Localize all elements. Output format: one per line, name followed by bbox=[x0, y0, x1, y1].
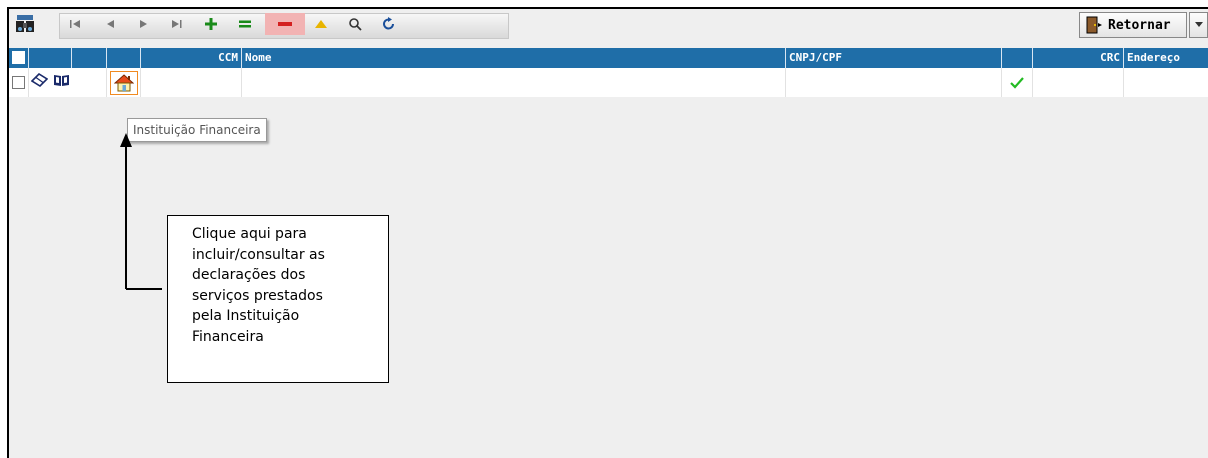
cell-cnpj-cpf bbox=[786, 68, 1002, 97]
callout-box: Clique aqui para incluir/consultar as de… bbox=[167, 215, 389, 383]
last-record-icon[interactable] bbox=[167, 13, 185, 35]
cell-nome bbox=[242, 68, 786, 97]
callout-line: Financeira bbox=[192, 328, 264, 345]
home-icon[interactable] bbox=[109, 70, 138, 95]
callout-line: pela Instituição bbox=[192, 308, 300, 324]
first-record-icon[interactable] bbox=[67, 13, 85, 35]
header-select-all[interactable] bbox=[9, 48, 29, 68]
header-crc[interactable]: CRC bbox=[1033, 48, 1124, 68]
table-row[interactable] bbox=[9, 68, 1208, 97]
next-record-icon[interactable] bbox=[135, 13, 153, 35]
header-endereco[interactable]: Endereço bbox=[1124, 48, 1208, 68]
search-icon[interactable] bbox=[345, 13, 365, 35]
grid-header: CCM Nome CNPJ/CPF CRC Endereço bbox=[9, 48, 1208, 68]
header-col-3 bbox=[107, 48, 141, 68]
add-icon[interactable] bbox=[201, 13, 221, 35]
refresh-icon[interactable] bbox=[379, 13, 399, 35]
previous-record-icon[interactable] bbox=[101, 13, 119, 35]
header-status bbox=[1002, 48, 1033, 68]
chevron-down-icon bbox=[1194, 22, 1203, 27]
app-frame: Retornar CCM Nome CNPJ/CPF CRC Endereço bbox=[7, 7, 1208, 458]
retornar-button[interactable]: Retornar bbox=[1079, 12, 1187, 38]
row-actions bbox=[29, 68, 72, 97]
row-cell-blank bbox=[72, 68, 107, 97]
instituicao-financeira-button[interactable] bbox=[107, 68, 141, 97]
retornar-dropdown[interactable] bbox=[1189, 12, 1208, 38]
checkmark-icon bbox=[1010, 76, 1024, 89]
book-icon[interactable] bbox=[53, 73, 70, 92]
header-cnpj-cpf[interactable]: CNPJ/CPF bbox=[786, 48, 1002, 68]
remove-icon[interactable] bbox=[265, 13, 305, 35]
up-icon[interactable] bbox=[311, 13, 331, 35]
annotation-arrow bbox=[120, 133, 162, 290]
eraser-icon[interactable] bbox=[30, 72, 49, 92]
callout-line: Clique aqui para bbox=[192, 226, 307, 242]
callout-line: incluir/consultar as bbox=[192, 246, 325, 263]
header-ccm[interactable]: CCM bbox=[141, 48, 242, 68]
cell-endereco bbox=[1124, 68, 1208, 97]
header-nome[interactable]: Nome bbox=[242, 48, 786, 68]
binoculars-icon[interactable] bbox=[13, 13, 37, 35]
cell-crc bbox=[1033, 68, 1124, 97]
retornar-label: Retornar bbox=[1108, 17, 1171, 33]
row-checkbox[interactable] bbox=[9, 68, 29, 97]
header-col-1 bbox=[29, 48, 72, 68]
cell-status bbox=[1002, 68, 1033, 97]
cell-ccm bbox=[141, 68, 242, 97]
callout-line: serviços prestados bbox=[192, 287, 323, 304]
callout-line: declarações dos bbox=[192, 267, 306, 283]
header-col-2 bbox=[72, 48, 107, 68]
equals-icon[interactable] bbox=[235, 13, 255, 35]
toolbar: Retornar bbox=[9, 9, 1208, 46]
door-icon bbox=[1084, 15, 1106, 35]
